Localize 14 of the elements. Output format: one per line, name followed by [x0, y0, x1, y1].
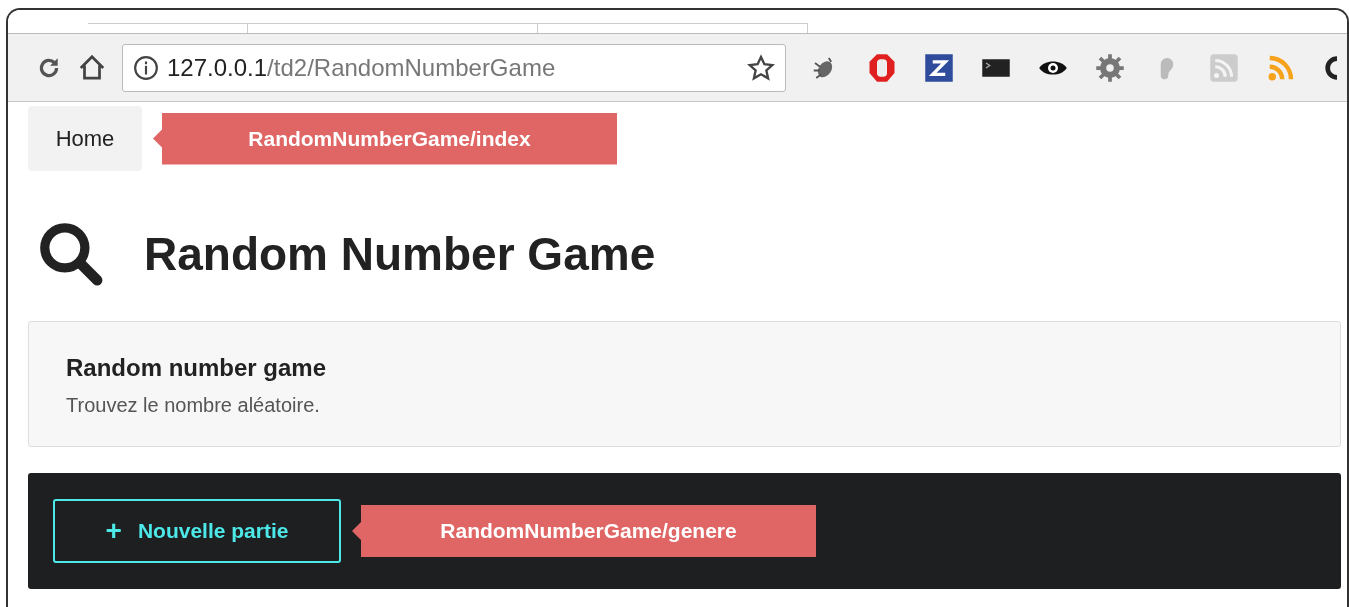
page-title: Random Number Game	[144, 226, 656, 282]
card-title: Random number game	[66, 353, 328, 383]
gear-icon[interactable]	[1095, 52, 1125, 83]
url-text: 127.0.0.1/td2/RandomNumberGame	[167, 52, 557, 83]
card-text: Trouvez le nombre aléatoire.	[66, 393, 321, 418]
star-icon[interactable]	[747, 53, 775, 82]
info-icon	[133, 54, 159, 81]
address-bar[interactable]: 127.0.0.1/td2/RandomNumberGame	[122, 43, 786, 92]
hand-stop-icon[interactable]	[867, 52, 897, 83]
route-label: RandomNumberGame/genere	[352, 505, 816, 557]
letter-tile-icon[interactable]	[924, 52, 954, 83]
home-link[interactable]: Home	[28, 106, 142, 171]
route-label: RandomNumberGame/index	[153, 112, 617, 165]
new-game-button[interactable]: + Nouvelle partie	[53, 499, 341, 563]
